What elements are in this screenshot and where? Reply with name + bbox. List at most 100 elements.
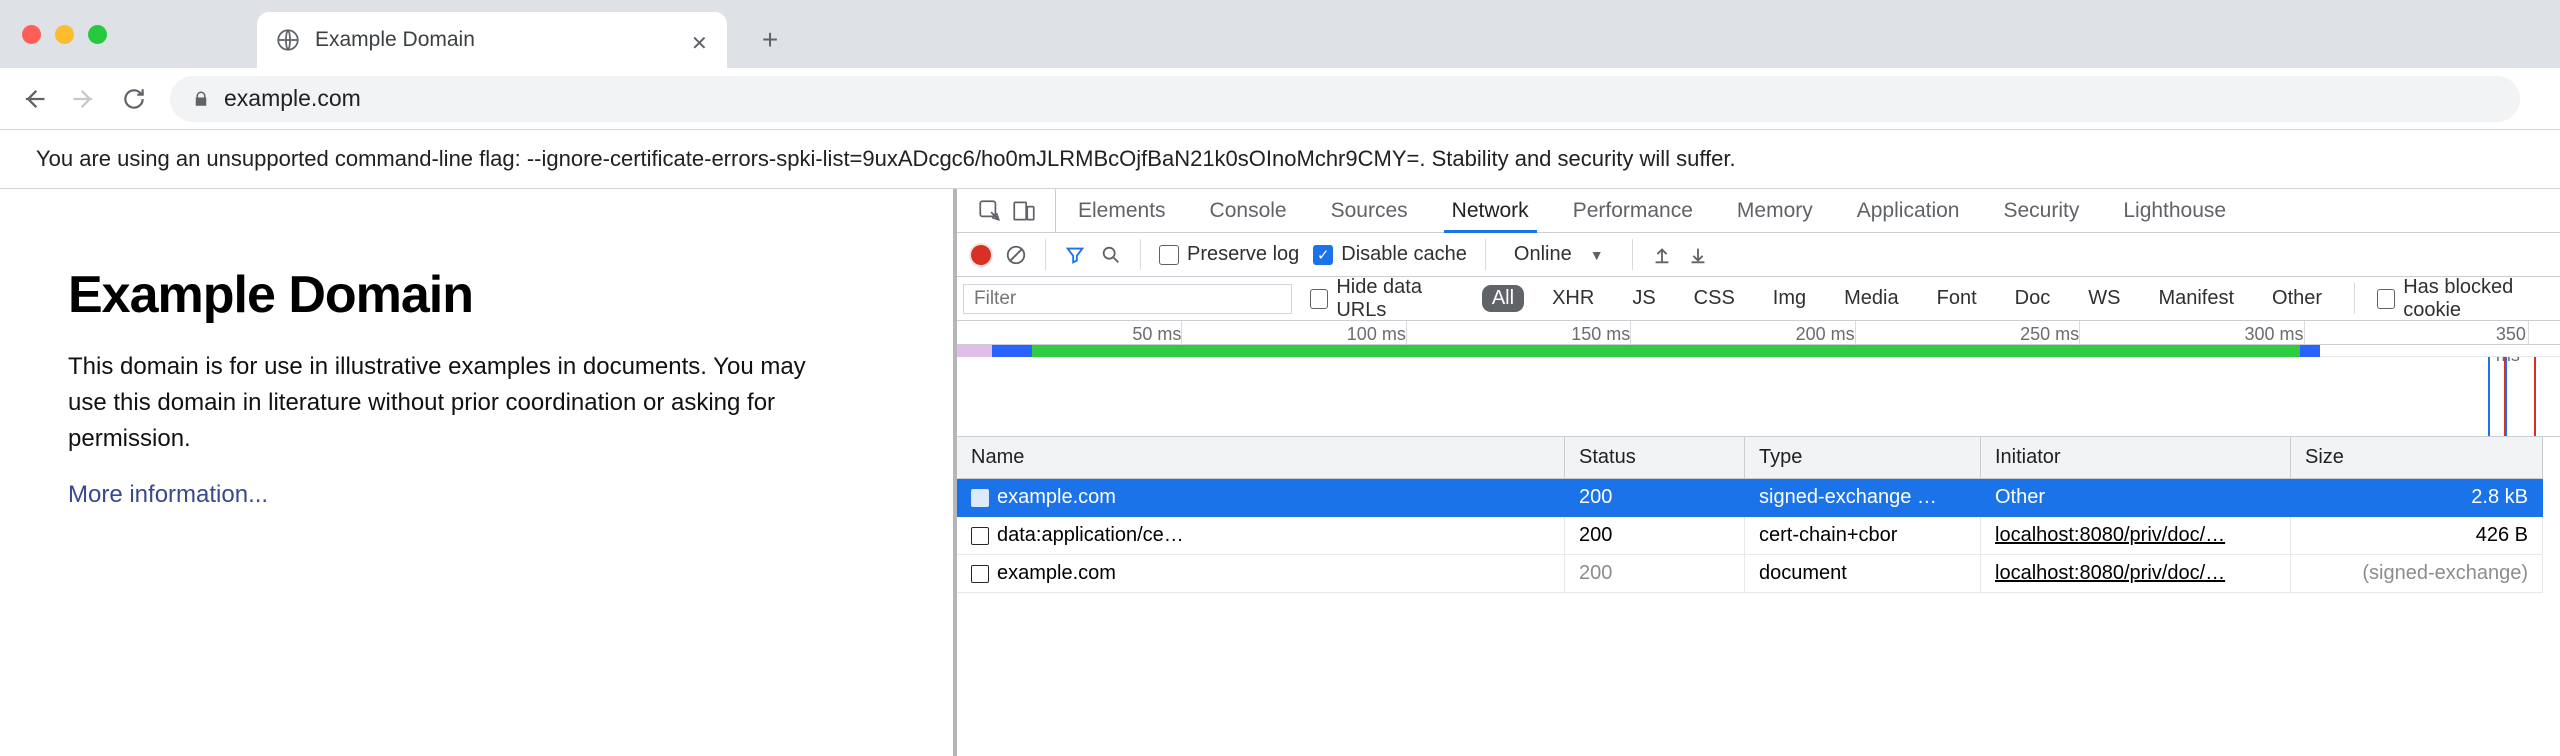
filter-icon[interactable] — [1064, 244, 1086, 266]
panel-tab-memory[interactable]: Memory — [1715, 189, 1835, 232]
type-filter-xhr[interactable]: XHR — [1542, 285, 1604, 312]
forward-button[interactable] — [70, 85, 98, 113]
preserve-log-checkbox[interactable]: Preserve log — [1159, 243, 1299, 266]
download-icon[interactable] — [1687, 244, 1709, 266]
hide-data-urls-label: Hide data URLs — [1336, 276, 1463, 322]
url-text: example.com — [224, 85, 361, 112]
page-heading: Example Domain — [68, 265, 919, 325]
devtools-panel: Elements Console Sources Network Perform… — [957, 189, 2560, 756]
type-filter-media[interactable]: Media — [1834, 285, 1908, 312]
col-header-type[interactable]: Type — [1745, 437, 1981, 479]
browser-toolbar: example.com — [0, 68, 2560, 130]
timeline-tick: 250 ms — [2020, 324, 2079, 345]
content-split: Example Domain This domain is for use in… — [0, 189, 2560, 756]
devtools-tabstrip: Elements Console Sources Network Perform… — [957, 189, 2560, 233]
preserve-log-label: Preserve log — [1187, 243, 1299, 266]
document-icon — [971, 527, 989, 545]
request-status-cell: 200 — [1565, 517, 1745, 555]
type-filter-doc[interactable]: Doc — [2005, 285, 2061, 312]
inspect-icon[interactable] — [977, 198, 1003, 224]
request-initiator-cell[interactable]: localhost:8080/priv/doc/… — [1981, 555, 2291, 593]
type-filter-css[interactable]: CSS — [1684, 285, 1745, 312]
browser-tab-strip: Example Domain ✕ + — [0, 0, 2560, 68]
window-zoom-button[interactable] — [88, 25, 107, 44]
request-initiator-cell[interactable]: Other — [1981, 479, 2291, 517]
request-type-cell: document — [1745, 555, 1981, 593]
upload-icon[interactable] — [1651, 244, 1673, 266]
chevron-down-icon: ▼ — [1590, 247, 1604, 263]
timeline-tick: 100 ms — [1347, 324, 1406, 345]
document-icon — [971, 489, 989, 507]
separator — [1485, 239, 1486, 270]
panel-tab-network[interactable]: Network — [1430, 189, 1551, 232]
request-status-cell: 200 — [1565, 555, 1745, 593]
address-bar[interactable]: example.com — [170, 76, 2520, 122]
back-button[interactable] — [20, 85, 48, 113]
request-name-cell[interactable]: example.com — [957, 479, 1565, 517]
col-header-initiator[interactable]: Initiator — [1981, 437, 2291, 479]
new-tab-button[interactable]: + — [747, 17, 793, 63]
warning-text: You are using an unsupported command-lin… — [36, 146, 1736, 171]
close-icon[interactable]: ✕ — [691, 31, 709, 49]
panel-tab-performance[interactable]: Performance — [1551, 189, 1715, 232]
timeline-details[interactable] — [957, 357, 2560, 437]
col-header-size[interactable]: Size — [2291, 437, 2543, 479]
request-name-cell[interactable]: data:application/ce… — [957, 517, 1565, 555]
type-filter-js[interactable]: JS — [1622, 285, 1665, 312]
reload-button[interactable] — [120, 85, 148, 113]
panel-tab-lighthouse[interactable]: Lighthouse — [2101, 189, 2248, 232]
search-icon[interactable] — [1100, 244, 1122, 266]
has-blocked-cookies-checkbox[interactable]: Has blocked cookie — [2377, 276, 2560, 322]
type-filter-img[interactable]: Img — [1763, 285, 1816, 312]
timeline-overview[interactable] — [957, 345, 2560, 357]
type-filter-manifest[interactable]: Manifest — [2148, 285, 2244, 312]
disable-cache-checkbox[interactable]: ✓ Disable cache — [1313, 243, 1467, 266]
request-name-cell[interactable]: example.com — [957, 555, 1565, 593]
type-filter-all[interactable]: All — [1482, 285, 1524, 312]
separator — [1632, 239, 1633, 270]
request-size-cell: 2.8 kB — [2291, 479, 2543, 517]
request-size-cell: (signed-exchange) — [2291, 555, 2543, 593]
device-toggle-icon[interactable] — [1011, 198, 1037, 224]
request-initiator-cell[interactable]: localhost:8080/priv/doc/… — [1981, 517, 2291, 555]
checkbox-icon — [2377, 289, 2395, 309]
request-status-cell: 200 — [1565, 479, 1745, 517]
panel-tab-security[interactable]: Security — [1981, 189, 2101, 232]
panel-tab-sources[interactable]: Sources — [1309, 189, 1430, 232]
page-content: Example Domain This domain is for use in… — [0, 189, 957, 756]
arrow-right-icon — [70, 85, 98, 113]
col-header-name[interactable]: Name — [957, 437, 1565, 479]
throttling-select[interactable]: Online ▼ — [1504, 243, 1614, 266]
separator — [1045, 239, 1046, 270]
type-filter-ws[interactable]: WS — [2078, 285, 2130, 312]
has-blocked-cookies-label: Has blocked cookie — [2403, 276, 2560, 322]
timeline-ruler[interactable]: 50 ms 100 ms 150 ms 200 ms 250 ms 300 ms… — [957, 321, 2560, 345]
document-icon — [971, 565, 989, 583]
network-table: Name Status Type Initiator Size example.… — [957, 437, 2560, 593]
reload-icon — [121, 86, 147, 112]
type-filter-other[interactable]: Other — [2262, 285, 2332, 312]
type-filter-font[interactable]: Font — [1927, 285, 1987, 312]
throttling-value: Online — [1514, 243, 1572, 266]
globe-icon — [275, 27, 301, 53]
window-minimize-button[interactable] — [55, 25, 74, 44]
more-information-link[interactable]: More information... — [68, 481, 268, 509]
clear-icon[interactable] — [1005, 244, 1027, 266]
timeline-tick: 150 ms — [1571, 324, 1630, 345]
checkbox-icon — [1159, 245, 1179, 265]
window-close-button[interactable] — [22, 25, 41, 44]
page-paragraph: This domain is for use in illustrative e… — [68, 349, 828, 457]
filter-input[interactable] — [963, 284, 1292, 314]
warning-infobar: You are using an unsupported command-lin… — [0, 130, 2560, 189]
record-button[interactable] — [971, 245, 991, 265]
separator — [2354, 283, 2355, 314]
panel-tab-application[interactable]: Application — [1835, 189, 1982, 232]
panel-tab-elements[interactable]: Elements — [1056, 189, 1188, 232]
browser-tab[interactable]: Example Domain ✕ — [257, 12, 727, 68]
window-controls — [22, 0, 257, 68]
timeline-tick: 300 ms — [2244, 324, 2303, 345]
hide-data-urls-checkbox[interactable]: Hide data URLs — [1310, 276, 1464, 322]
timeline-tick: 50 ms — [1132, 324, 1181, 345]
panel-tab-console[interactable]: Console — [1188, 189, 1309, 232]
col-header-status[interactable]: Status — [1565, 437, 1745, 479]
